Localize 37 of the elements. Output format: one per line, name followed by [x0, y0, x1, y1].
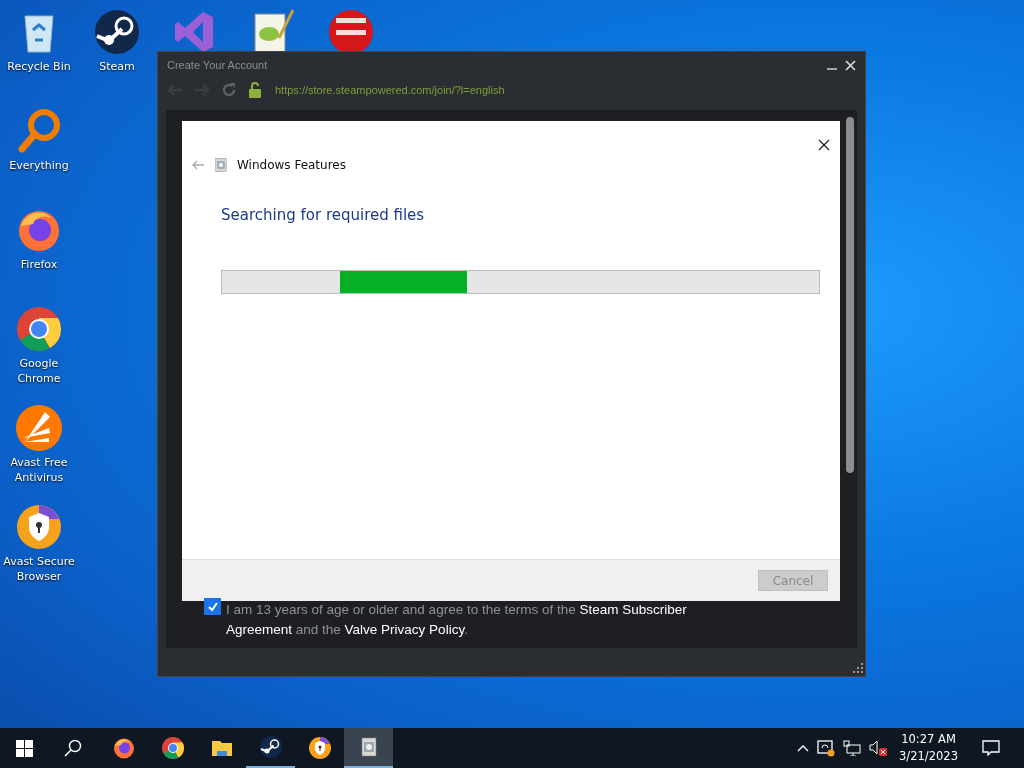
muted-speaker-icon[interactable] — [869, 740, 888, 756]
padlock-icon — [248, 82, 262, 98]
avast-icon — [15, 404, 63, 452]
chrome-icon — [15, 305, 63, 353]
desktop-icon-label[interactable]: Avast Free Antivirus — [1, 455, 77, 485]
magnifier-icon — [15, 107, 63, 155]
windows-logo-icon[interactable] — [16, 739, 33, 757]
clock-date[interactable]: 3/21/2023 — [899, 748, 958, 765]
sync-monitor-icon[interactable] — [817, 739, 836, 757]
shield-globe-icon — [307, 736, 332, 760]
clock-time[interactable]: 10:27 AM — [901, 731, 956, 748]
chrome-icon — [160, 736, 185, 760]
desktop-icon-label[interactable]: Google Chrome — [1, 356, 77, 386]
agreement-text: I am 13 years of age or older and agree to the terms of the Steam Subscriber Agreement and the Valve Privacy Policy. — [226, 601, 688, 639]
desktop-icon-label[interactable]: Avast Secure Browser — [1, 554, 77, 584]
desktop-icon-label[interactable]: Recycle Bin — [1, 59, 77, 74]
notification-icon[interactable] — [982, 740, 1000, 756]
chevron-up-icon[interactable] — [797, 744, 810, 752]
resize-grip-icon[interactable] — [853, 663, 863, 673]
dialog-title: Windows Features — [237, 158, 346, 172]
desktop-icon-label[interactable]: Firefox — [1, 257, 77, 272]
close-icon[interactable] — [818, 139, 830, 151]
window-title: Create Your Account — [167, 59, 268, 71]
network-icon[interactable] — [843, 740, 862, 756]
fox-globe-icon — [111, 736, 136, 760]
steam-icon — [93, 8, 141, 56]
search-icon[interactable] — [64, 739, 82, 757]
checkbox[interactable] — [204, 598, 221, 615]
taskbar-app[interactable] — [344, 728, 393, 768]
scrollbar-thumb[interactable] — [846, 117, 854, 473]
steam-icon — [258, 735, 283, 759]
window-features-icon — [212, 156, 230, 174]
url-text[interactable]: https://store.steampowered.com/join/?l=english — [275, 84, 505, 96]
status-heading: Searching for required files — [221, 206, 426, 224]
shield-globe-icon — [15, 503, 63, 551]
desktop-icon-label[interactable]: Steam — [79, 59, 155, 74]
desktop-icon-label[interactable]: Everything — [1, 158, 77, 173]
